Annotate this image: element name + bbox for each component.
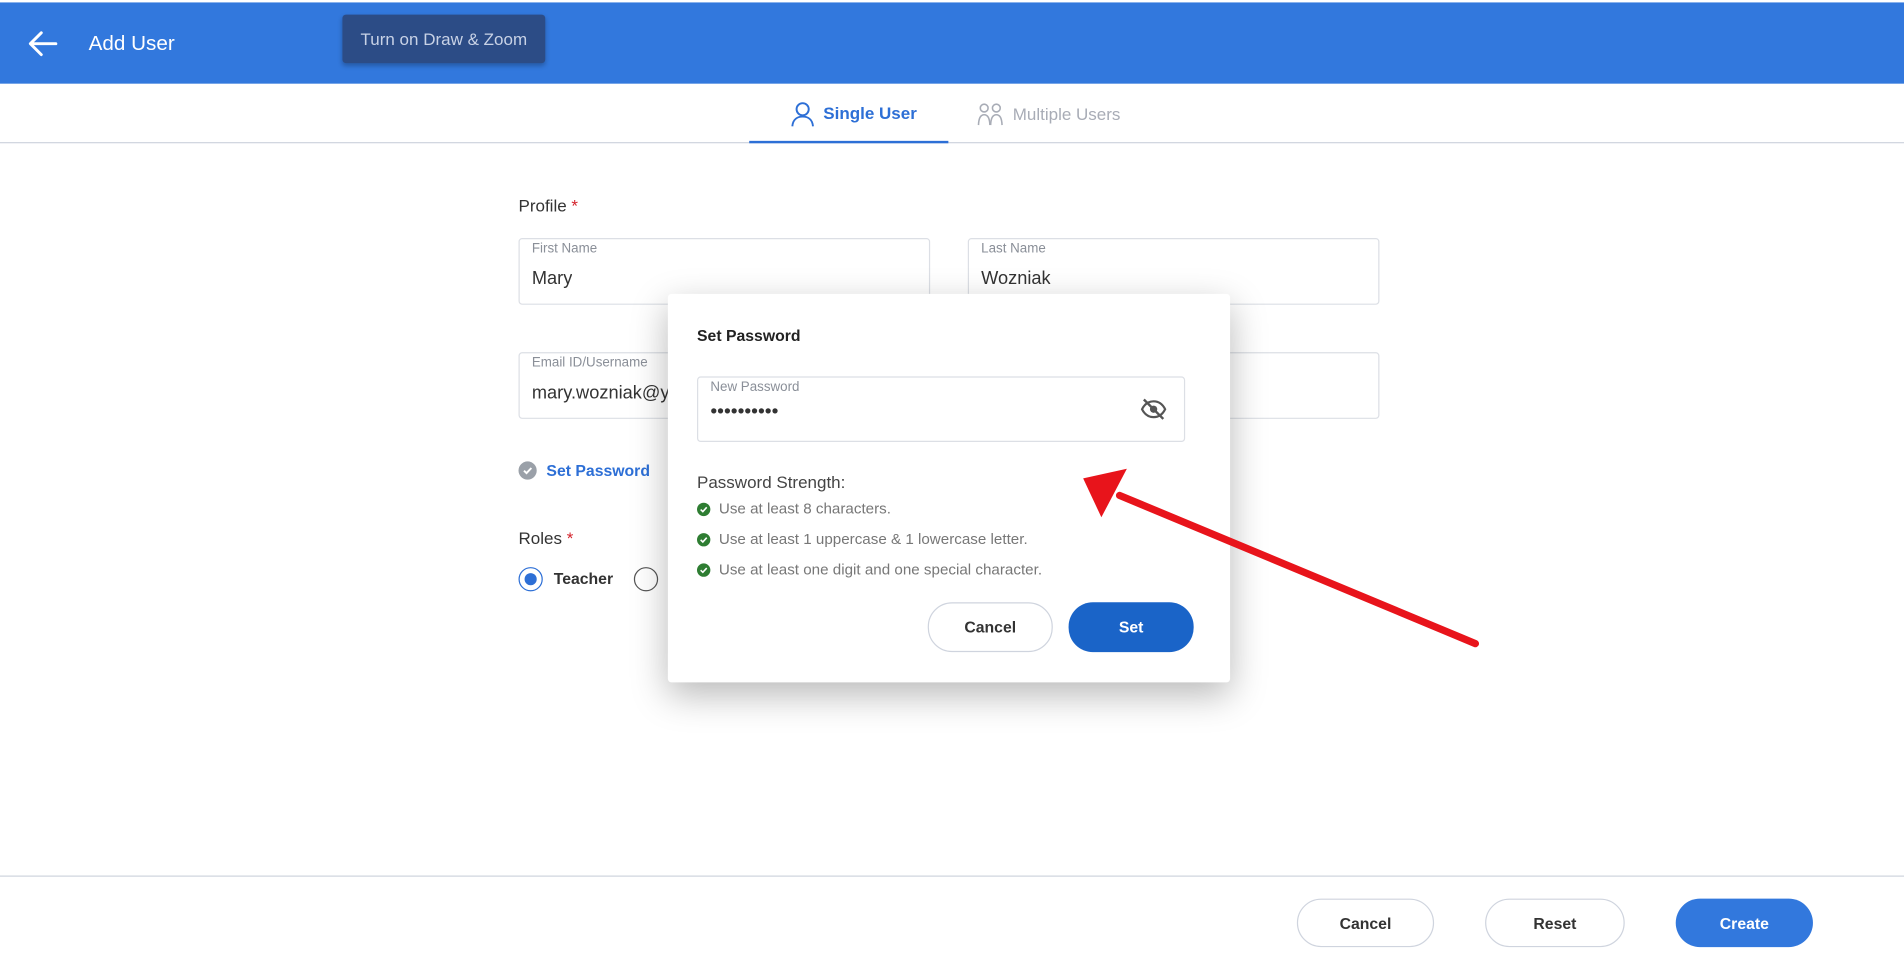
- set-password-link[interactable]: Set Password: [518, 461, 650, 480]
- strength-rule: Use at least 1 uppercase & 1 lowercase l…: [697, 531, 1028, 548]
- new-password-field[interactable]: New Password ••••••••••: [697, 376, 1186, 443]
- back-button[interactable]: [22, 22, 66, 66]
- strength-rule-text: Use at least 1 uppercase & 1 lowercase l…: [718, 530, 1028, 548]
- role-teacher-radio[interactable]: [518, 567, 543, 592]
- check-circle-icon: [697, 562, 711, 577]
- last-name-label: Last Name: [981, 241, 1046, 257]
- profile-section-label: Profile *: [519, 196, 579, 215]
- app-header: Add User: [0, 2, 1904, 84]
- last-name-value: Wozniak: [981, 268, 1051, 290]
- check-circle-icon: [697, 532, 711, 546]
- role-teacher-label: Teacher: [553, 569, 614, 588]
- check-circle-icon: [518, 461, 537, 480]
- footer-cancel-button[interactable]: Cancel: [1296, 898, 1435, 948]
- app-window: Add User Turn on Draw & Zoom Single User…: [0, 0, 1904, 966]
- multiple-users-icon: [977, 102, 1003, 125]
- required-mark: *: [571, 195, 579, 215]
- tab-multiple-users[interactable]: Multiple Users: [977, 84, 1121, 144]
- email-value: mary.wozniak@yo: [531, 382, 678, 404]
- eye-off-icon: [1140, 398, 1167, 420]
- tab-bar: Single User Multiple Users: [0, 83, 1904, 144]
- set-password-label: Set Password: [546, 461, 650, 480]
- page-title: Add User: [88, 31, 175, 55]
- tab-single-user-label: Single User: [823, 103, 917, 123]
- role-other-radio[interactable]: [633, 567, 659, 592]
- annotation-arrow-icon: [1083, 468, 1480, 648]
- footer-create-button[interactable]: Create: [1675, 898, 1813, 948]
- new-password-value: ••••••••••: [710, 401, 779, 423]
- new-password-label: New Password: [710, 380, 800, 395]
- strength-rule-text: Use at least one digit and one special c…: [718, 561, 1043, 579]
- dialog-cancel-button[interactable]: Cancel: [927, 602, 1053, 653]
- single-user-icon: [791, 102, 814, 127]
- check-circle-icon: [697, 502, 711, 516]
- strength-rule: Use at least 8 characters.: [697, 500, 891, 517]
- profile-label: Profile: [518, 195, 567, 215]
- dialog-title: Set Password: [697, 326, 801, 345]
- footer-bar: Cancel Reset Create: [0, 875, 1904, 966]
- first-name-label: First Name: [531, 241, 598, 257]
- roles-section-label: Roles *: [519, 528, 574, 547]
- toggle-visibility-button[interactable]: [1140, 398, 1167, 420]
- back-arrow-icon: [28, 31, 58, 57]
- draw-zoom-tooltip[interactable]: Turn on Draw & Zoom: [342, 14, 546, 64]
- roles-label: Roles: [518, 528, 562, 548]
- tab-multiple-users-label: Multiple Users: [1012, 103, 1121, 124]
- first-name-value: Mary: [531, 268, 573, 290]
- strength-rule-text: Use at least 8 characters.: [718, 500, 891, 518]
- password-strength-title: Password Strength:: [697, 472, 846, 492]
- tab-single-user[interactable]: Single User: [749, 84, 949, 144]
- strength-rule: Use at least one digit and one special c…: [697, 561, 1042, 578]
- email-label: Email ID/Username: [531, 355, 648, 371]
- required-mark: *: [566, 528, 574, 548]
- footer-reset-button[interactable]: Reset: [1485, 898, 1625, 948]
